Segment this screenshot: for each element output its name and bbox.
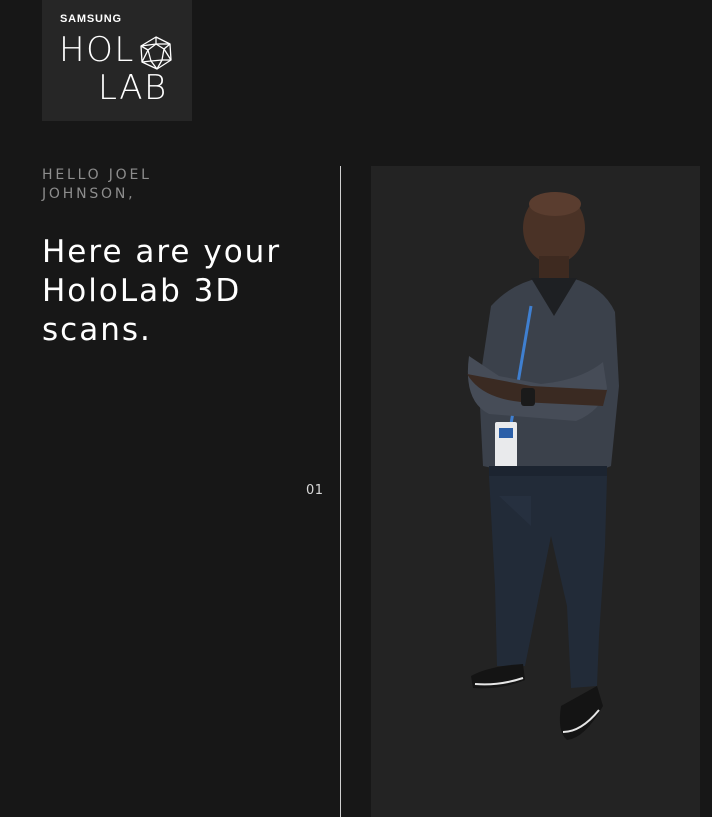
hololab-logo[interactable]: SAMSUNG HOLO LAB bbox=[42, 0, 192, 121]
page: SAMSUNG HOLO LAB HELLO JOEL JOHNSON, bbox=[0, 0, 712, 817]
logo-brand-text: SAMSUNG bbox=[60, 13, 122, 25]
greeting: HELLO JOEL JOHNSON, bbox=[42, 167, 152, 202]
scan-viewer[interactable] bbox=[371, 166, 700, 817]
scan-index[interactable]: 01 bbox=[306, 483, 324, 498]
3d-scan-figure[interactable] bbox=[371, 166, 700, 817]
vertical-divider bbox=[340, 166, 341, 817]
logo-lab-text: LAB bbox=[98, 68, 168, 108]
page-title: Here are your HoloLab 3D scans. bbox=[42, 234, 282, 348]
geodesic-polyhedron-icon bbox=[140, 36, 172, 70]
logo-holo-letters: HOL bbox=[59, 30, 134, 70]
